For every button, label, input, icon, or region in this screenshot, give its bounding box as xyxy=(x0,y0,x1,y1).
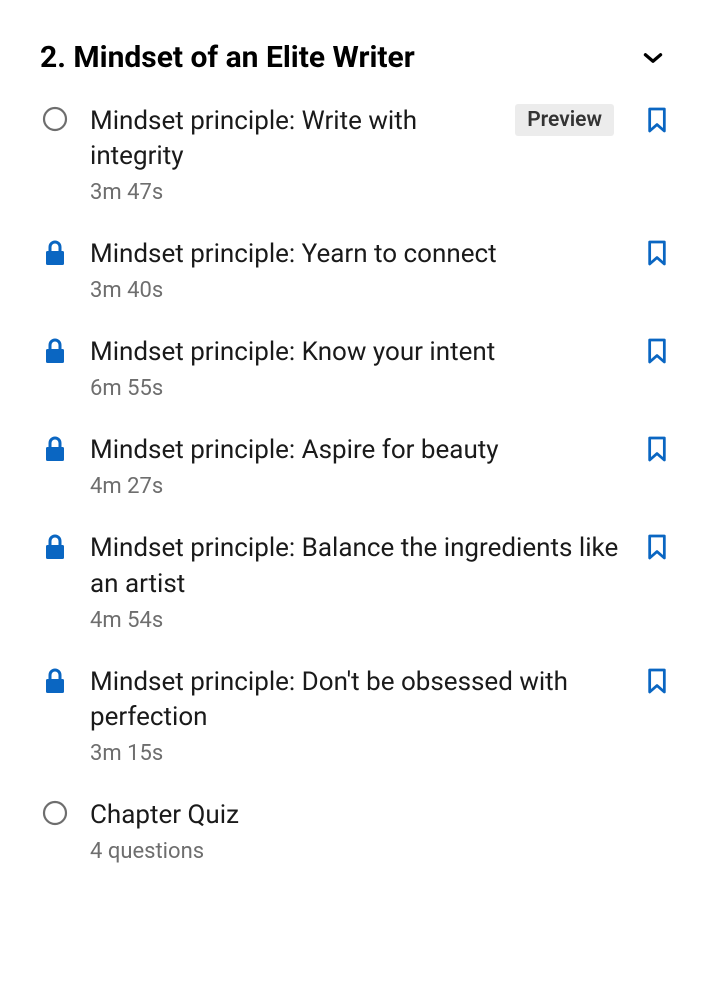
lesson-duration: 3m 15s xyxy=(90,741,634,766)
lesson-duration: 6m 55s xyxy=(90,376,634,401)
lesson-duration: 4m 54s xyxy=(90,608,634,633)
lesson-duration: 3m 47s xyxy=(90,180,501,205)
lesson-item[interactable]: Mindset principle: Yearn to connect 3m 4… xyxy=(40,237,672,303)
lesson-title: Mindset principle: Don't be obsessed wit… xyxy=(90,665,634,735)
section-header[interactable]: 2. Mindset of an Elite Writer xyxy=(40,40,672,76)
bookmark-icon[interactable] xyxy=(646,665,668,695)
bookmark-icon[interactable] xyxy=(646,104,668,134)
chevron-down-icon[interactable] xyxy=(640,45,666,71)
lesson-title: Mindset principle: Know your intent xyxy=(90,335,634,370)
status-unchecked-icon xyxy=(40,104,70,132)
lock-icon xyxy=(40,531,70,561)
lesson-item[interactable]: Mindset principle: Don't be obsessed wit… xyxy=(40,665,672,766)
lesson-item[interactable]: Mindset principle: Know your intent 6m 5… xyxy=(40,335,672,401)
lesson-item[interactable]: Mindset principle: Balance the ingredien… xyxy=(40,531,672,632)
section-title: 2. Mindset of an Elite Writer xyxy=(40,40,415,76)
lesson-item[interactable]: Mindset principle: Write with integrity … xyxy=(40,104,672,205)
lock-icon xyxy=(40,335,70,365)
bookmark-icon[interactable] xyxy=(646,531,668,561)
bookmark-icon[interactable] xyxy=(646,237,668,267)
lock-icon xyxy=(40,237,70,267)
quiz-meta: 4 questions xyxy=(90,839,668,864)
lesson-title: Mindset principle: Balance the ingredien… xyxy=(90,531,634,601)
quiz-title: Chapter Quiz xyxy=(90,798,668,833)
bookmark-icon[interactable] xyxy=(646,335,668,365)
lesson-duration: 3m 40s xyxy=(90,278,634,303)
lesson-title: Mindset principle: Yearn to connect xyxy=(90,237,634,272)
lock-icon xyxy=(40,665,70,695)
quiz-item[interactable]: Chapter Quiz 4 questions xyxy=(40,798,672,864)
lesson-title: Mindset principle: Write with integrity xyxy=(90,104,501,174)
lesson-title: Mindset principle: Aspire for beauty xyxy=(90,433,634,468)
lesson-item[interactable]: Mindset principle: Aspire for beauty 4m … xyxy=(40,433,672,499)
bookmark-icon[interactable] xyxy=(646,433,668,463)
status-unchecked-icon xyxy=(40,798,70,826)
lock-icon xyxy=(40,433,70,463)
lesson-duration: 4m 27s xyxy=(90,474,634,499)
preview-badge: Preview xyxy=(515,104,614,136)
